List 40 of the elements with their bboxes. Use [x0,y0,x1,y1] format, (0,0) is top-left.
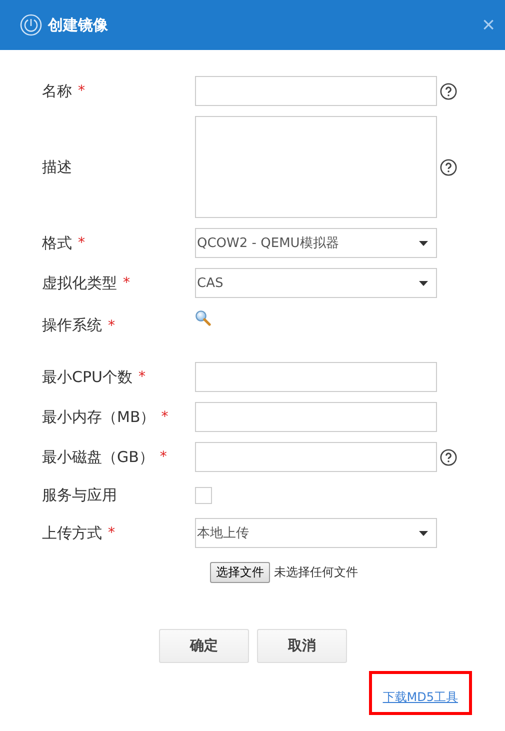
text-field[interactable] [195,362,437,392]
required-mark: * [161,409,168,425]
required-mark: * [123,275,130,291]
download-link[interactable]: 下载MD5工具 [382,690,458,704]
window-title: 创建镜像 [48,16,109,34]
field-label: 最小内存（MB） [42,408,156,426]
dropdown[interactable]: QCOW2 - QEMU模拟器 [195,228,437,258]
required-mark: * [108,318,115,334]
required-mark: * [108,525,115,541]
logo-icon [20,14,42,36]
checkbox[interactable] [195,486,212,504]
dropdown[interactable]: 本地上传 [195,518,437,548]
file-status: 未选择任何文件 [274,564,358,581]
confirm-button[interactable]: 确定 [159,629,249,663]
text-field[interactable] [195,442,437,472]
help-icon[interactable] [440,158,457,176]
caret-icon [419,530,428,536]
required-mark: * [78,83,85,99]
field-label: 格式 [42,234,72,252]
search-icon[interactable] [195,310,211,326]
required-mark: * [78,235,85,251]
dropdown[interactable]: CAS [195,268,437,298]
help-icon[interactable] [440,82,457,100]
caret-icon [419,240,428,246]
cancel-button[interactable]: 取消 [257,629,347,663]
field-label: 最小CPU个数 [42,368,132,386]
field-label: 操作系统 [42,316,102,335]
text-field[interactable] [195,402,437,432]
field-label: 最小磁盘（GB） [42,448,154,466]
field-label: 名称 [42,82,72,100]
help-icon[interactable] [440,448,457,466]
field-label: 虚拟化类型 [42,274,117,292]
caret-icon [419,280,428,286]
required-mark: * [138,369,146,385]
text-field[interactable] [195,76,437,106]
field-label: 服务与应用 [42,486,117,504]
choose-file-button[interactable]: 选择文件 [210,562,270,583]
field-label: 上传方式 [42,524,102,542]
required-mark: * [160,449,167,465]
field-label: 描述 [42,158,72,176]
